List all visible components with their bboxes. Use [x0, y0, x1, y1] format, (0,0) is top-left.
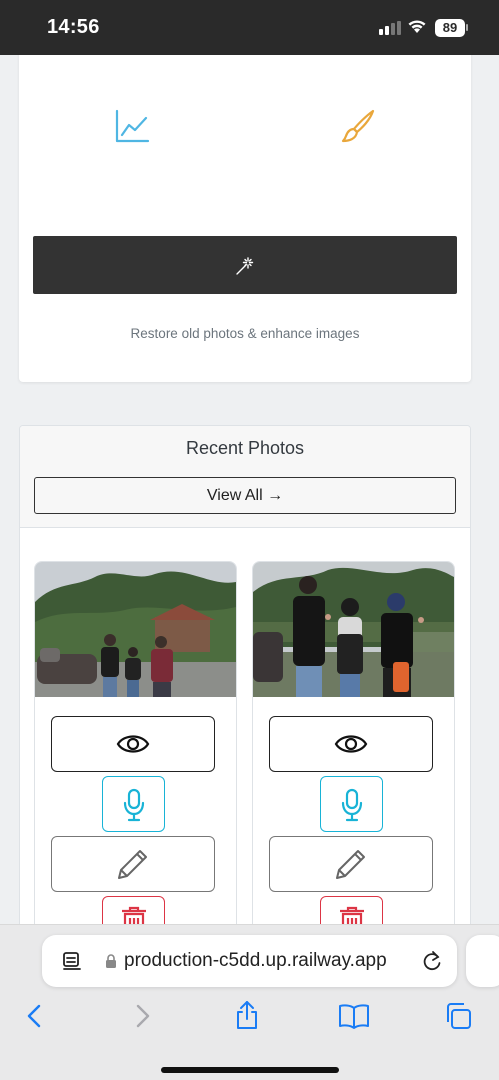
share-icon[interactable]: [234, 1000, 260, 1030]
tabs-icon[interactable]: [444, 1002, 472, 1030]
photo-card: [34, 561, 237, 925]
page-menu-icon[interactable]: [62, 951, 82, 971]
recent-photos-title: Recent Photos: [185, 438, 305, 458]
photo-image: [35, 562, 236, 697]
photo-card: [252, 561, 455, 925]
delete-photo-button[interactable]: [102, 896, 165, 925]
status-bar: 14:56 89: [0, 0, 499, 55]
cellular-signal-icon: [379, 21, 401, 35]
address-bar[interactable]: production-c5dd.up.railway.app: [42, 935, 457, 987]
next-tab-preview[interactable]: [466, 935, 499, 987]
status-time: 14:56: [47, 16, 100, 38]
microphone-icon: [123, 788, 145, 822]
battery-nub: [466, 24, 468, 31]
magic-wand-icon: [236, 257, 254, 275]
photo-image: [253, 562, 454, 697]
edit-photo-button[interactable]: [269, 836, 433, 892]
narrate-button[interactable]: [320, 776, 383, 832]
view-all-button[interactable]: View All →: [34, 477, 456, 514]
bookmarks-icon[interactable]: [338, 1003, 370, 1029]
narrate-button[interactable]: [102, 776, 165, 832]
lock-icon: [106, 954, 116, 968]
delete-photo-button[interactable]: [320, 896, 383, 925]
photo-thumbnail[interactable]: [253, 562, 454, 697]
restore-tagline: Restore old photos & enhance images: [130, 326, 360, 341]
trash-icon: [122, 906, 146, 925]
home-indicator: [161, 1067, 339, 1073]
recent-photos-card: Recent Photos View All →: [19, 425, 471, 925]
recent-photos-header: Recent Photos View All →: [20, 426, 470, 528]
edit-photo-button[interactable]: [51, 836, 215, 892]
photo-thumbnail[interactable]: [35, 562, 236, 697]
reload-icon[interactable]: [422, 950, 442, 972]
pencil-icon: [336, 850, 365, 879]
paintbrush-icon: [341, 109, 375, 143]
view-photo-button[interactable]: [269, 716, 433, 772]
browser-toolbar: production-c5dd.up.railway.app: [0, 924, 499, 1080]
trash-icon: [340, 906, 364, 925]
page-content: Restore old photos & enhance images Rece…: [0, 55, 499, 925]
restore-card: Restore old photos & enhance images: [19, 55, 471, 382]
forward-icon[interactable]: [133, 1003, 153, 1029]
pencil-icon: [118, 850, 147, 879]
wifi-icon: [408, 20, 426, 33]
battery-indicator: 89: [435, 19, 465, 37]
url-text: production-c5dd.up.railway.app: [124, 950, 387, 971]
view-photo-button[interactable]: [51, 716, 215, 772]
eye-icon: [116, 735, 150, 753]
eye-icon: [334, 735, 368, 753]
microphone-icon: [341, 788, 363, 822]
enhance-button[interactable]: [33, 236, 457, 294]
back-icon[interactable]: [24, 1003, 44, 1029]
chart-line-icon: [115, 109, 150, 143]
